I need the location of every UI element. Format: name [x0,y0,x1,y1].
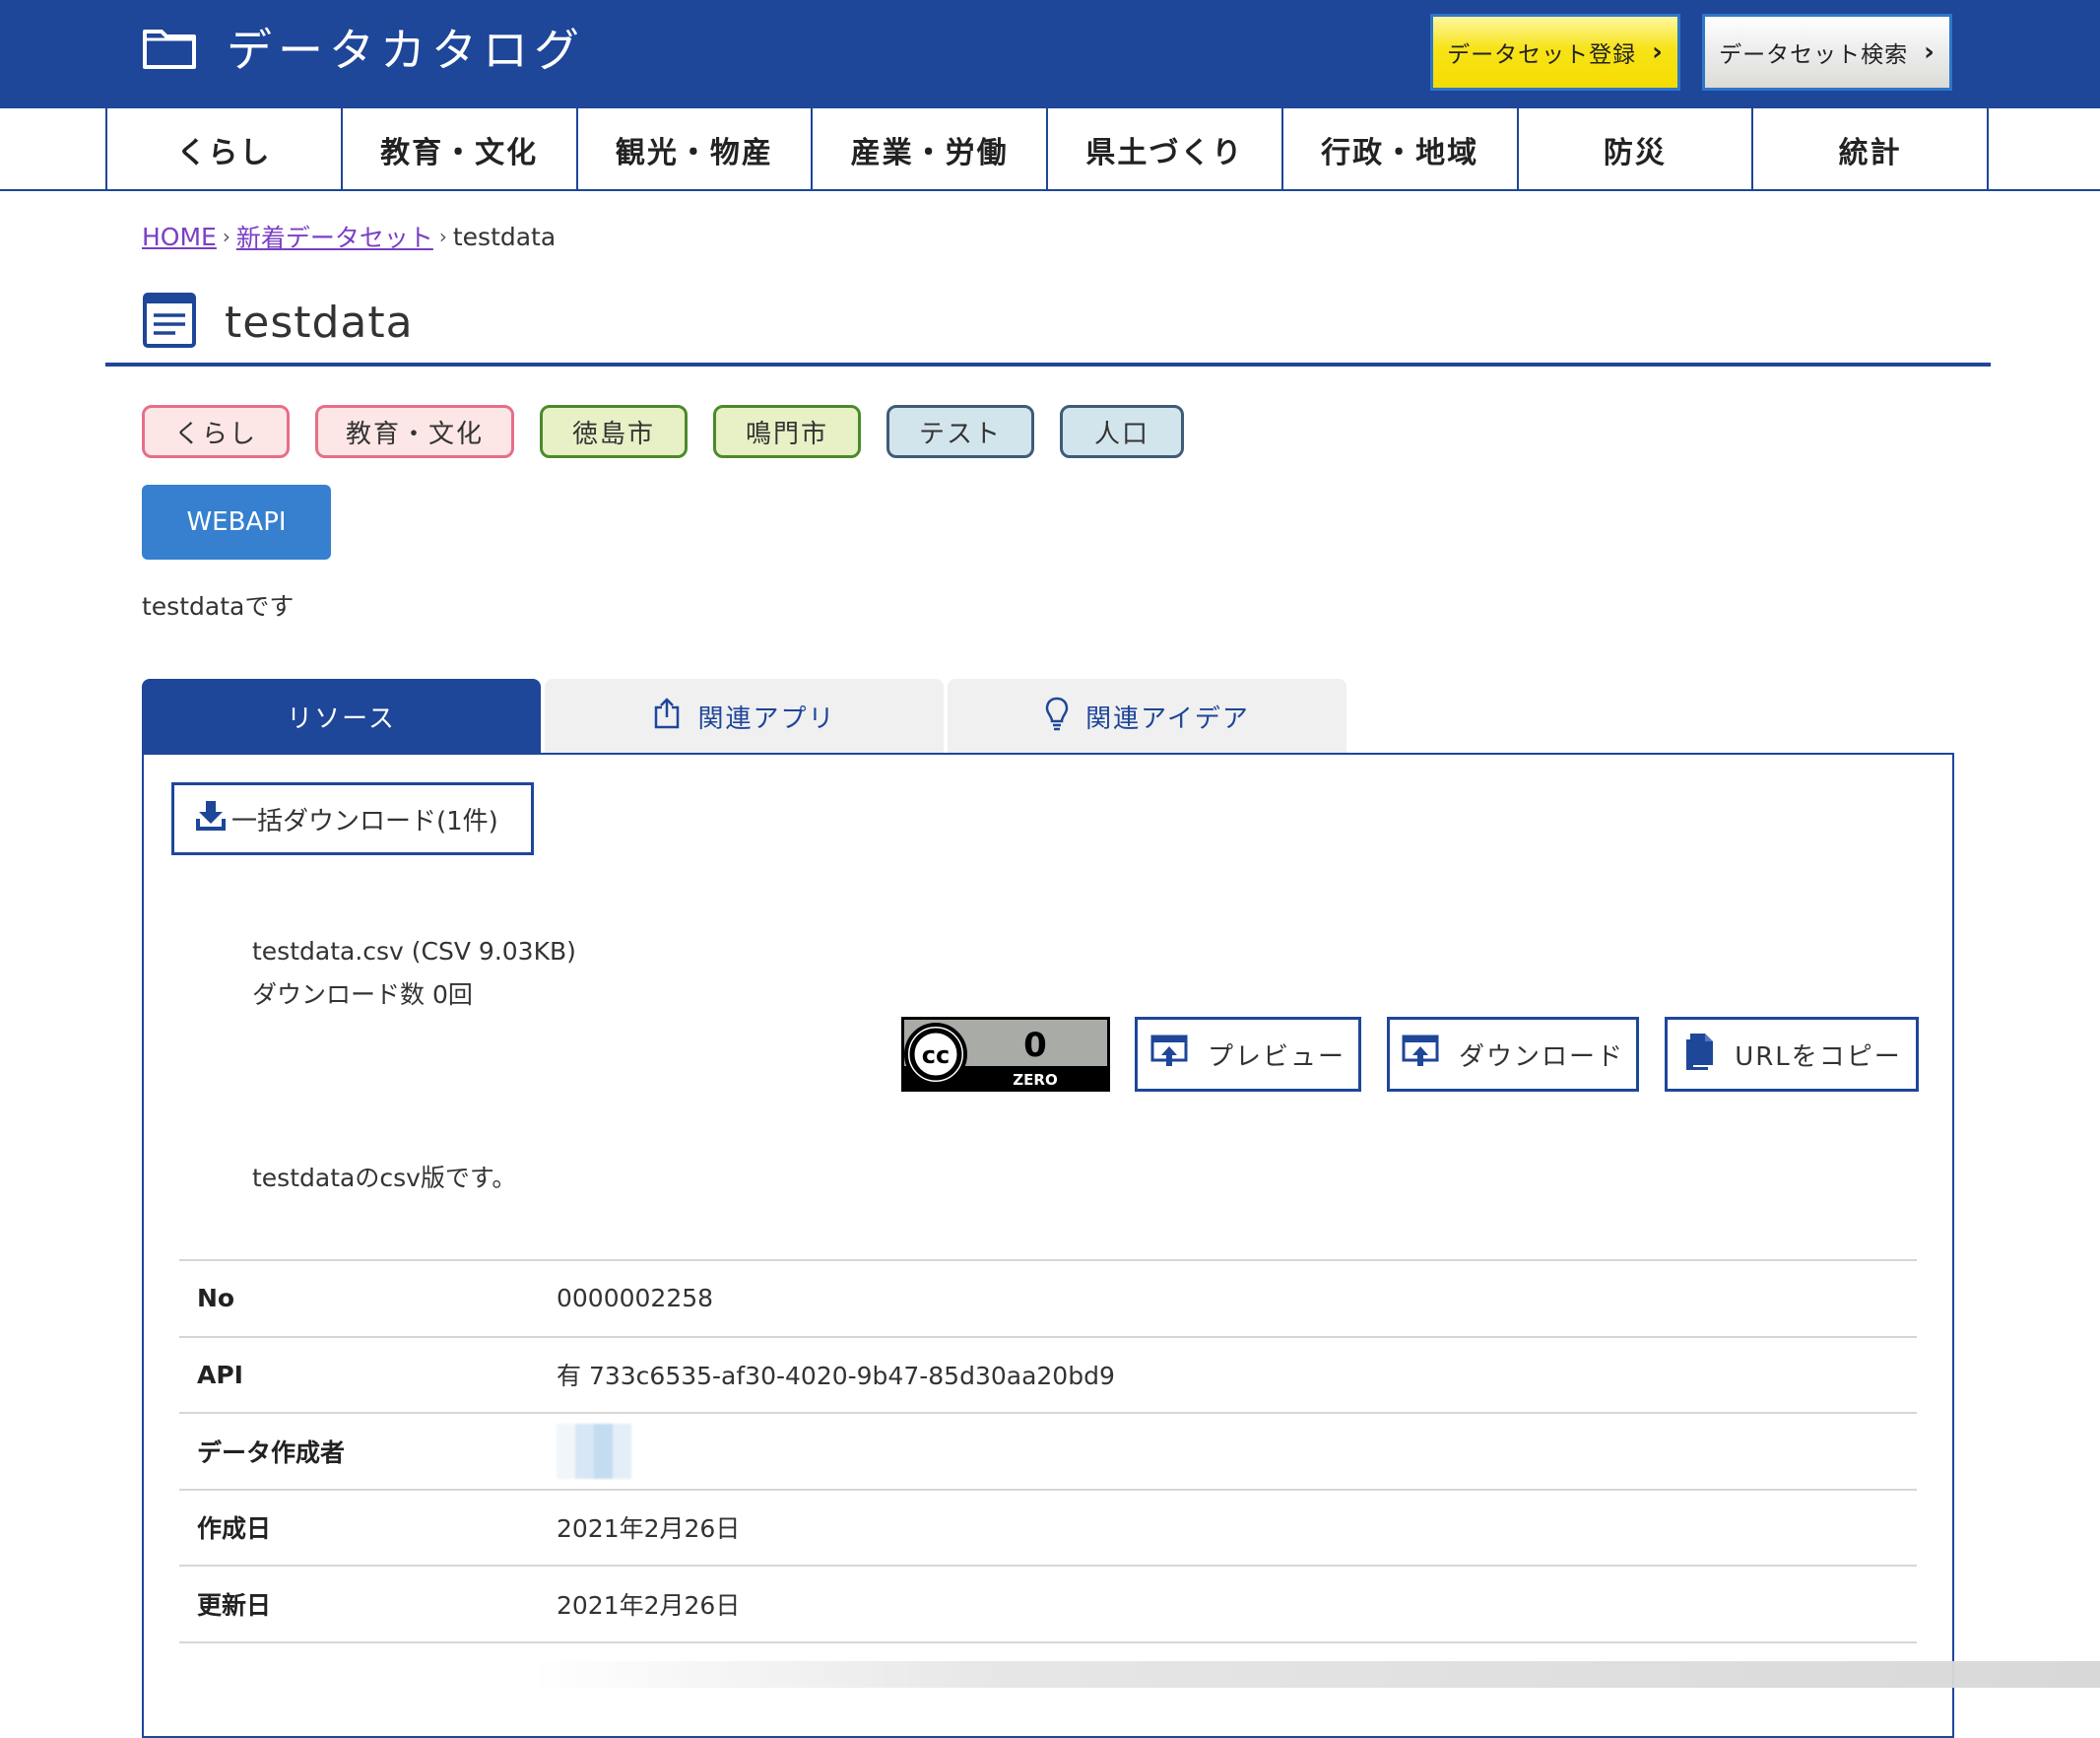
nav-item-administration[interactable]: 行政・地域 [1283,108,1519,191]
nav-item-education[interactable]: 教育・文化 [343,108,578,191]
tab-related-apps[interactable]: 関連アプリ [545,679,944,754]
meta-value-updated: 2021年2月26日 [557,1590,741,1620]
bottom-scroll-shadow [532,1661,2100,1688]
meta-value-creator [556,1413,1917,1490]
nav-divider [0,189,2100,191]
tab-related-ideas-label: 関連アイデア [1085,703,1250,734]
chevron-right-icon: › [1652,37,1664,67]
breadcrumb-home-link[interactable]: HOME [142,223,217,251]
resource-tabs: リソース 関連アプリ 関連アイデア [142,679,1346,754]
chevron-right-icon: › [1924,37,1936,67]
download-icon [1402,1035,1439,1075]
download-tray-icon [194,800,228,838]
table-row: No 0000002258 [179,1260,1917,1337]
lightbulb-icon [1044,696,1070,738]
dataset-search-button[interactable]: データセット検索 › [1702,14,1952,91]
tag-education[interactable]: 教育・文化 [315,405,514,458]
nav-item-infrastructure[interactable]: 県土づくり [1048,108,1283,191]
search-button-label: データセット検索 [1719,42,1909,68]
preview-icon [1150,1035,1188,1075]
meta-label-no: No [197,1284,235,1313]
table-row: API 有 733c6535-af30-4020-9b47-85d30aa20b… [179,1336,1917,1414]
resource-description: testdataのcsv版です。 [252,1164,517,1192]
bulk-download-button[interactable]: 一括ダウンロード(1件) [171,782,534,855]
dataset-description: testdataです [142,592,295,621]
meta-value-api: 有 733c6535-af30-4020-9b47-85d30aa20bd9 [557,1362,1115,1391]
tag-population[interactable]: 人口 [1060,405,1184,458]
breadcrumb-separator: › [438,225,447,248]
nav-item-industry[interactable]: 産業・労働 [813,108,1048,191]
table-row: 更新日 2021年2月26日 [179,1566,1917,1642]
meta-label-created: 作成日 [197,1514,272,1544]
resource-file-label: testdata.csv (CSV 9.03KB) [252,937,576,966]
resource-meta-table: No 0000002258 API 有 733c6535-af30-4020-9… [179,1259,1917,1643]
tag-tokushima-city[interactable]: 徳島市 [540,405,688,458]
global-nav: くらし 教育・文化 観光・物産 産業・労働 県土づくり 行政・地域 防災 統計 [105,108,1989,191]
folder-icon [142,27,197,74]
breadcrumb-new-datasets-link[interactable]: 新着データセット [236,219,433,254]
tab-resources-label: リソース [287,703,396,734]
tab-resources[interactable]: リソース [142,679,541,754]
breadcrumb: HOME › 新着データセット › testdata [142,219,556,254]
meta-label-creator: データ作成者 [197,1437,346,1467]
download-button-label: ダウンロード [1458,1041,1624,1072]
page-title-block: testdata [142,292,414,353]
tab-related-ideas[interactable]: 関連アイデア [948,679,1346,754]
resource-panel: 一括ダウンロード(1件) testdata.csv (CSV 9.03KB) ダ… [142,753,1954,1738]
table-row: データ作成者 [179,1413,1917,1490]
tab-related-apps-label: 関連アプリ [697,703,836,734]
nav-item-disaster[interactable]: 防災 [1519,108,1754,191]
download-button[interactable]: ダウンロード [1387,1017,1639,1092]
meta-label-updated: 更新日 [197,1590,272,1620]
breadcrumb-separator: › [222,225,230,248]
cc0-zero-text: ZERO [1013,1071,1057,1089]
cc0-license-icon[interactable]: cc 0 ZERO [901,1017,1110,1092]
dataset-tags: くらし 教育・文化 徳島市 鳴門市 テスト 人口 [142,405,1184,458]
table-row: 作成日 2021年2月26日 [179,1489,1917,1567]
site-header: データカタログ データセット登録 › データセット検索 › [0,0,2100,108]
meta-value-no: 0000002258 [557,1284,714,1313]
meta-label-api: API [197,1360,243,1389]
page-title: testdata [225,297,414,348]
bulk-download-label: 一括ダウンロード(1件) [231,806,498,836]
webapi-badge[interactable]: WEBAPI [142,485,331,560]
site-title: データカタログ [227,24,585,77]
file-icon [1681,1032,1715,1078]
dataset-register-button[interactable]: データセット登録 › [1430,14,1680,91]
copy-url-button-label: URLをコピー [1735,1041,1902,1072]
nav-item-statistics[interactable]: 統計 [1753,108,1989,191]
redacted-creator [557,1423,631,1479]
copy-url-button[interactable]: URLをコピー [1665,1017,1919,1092]
site-brand[interactable]: データカタログ [142,24,585,77]
tag-naruto-city[interactable]: 鳴門市 [713,405,861,458]
nav-item-tourism[interactable]: 観光・物産 [578,108,814,191]
meta-value-created: 2021年2月26日 [557,1514,741,1544]
cc-logo-text: cc [922,1041,950,1069]
tag-test[interactable]: テスト [886,405,1034,458]
resource-download-count: ダウンロード数 0回 [252,980,473,1009]
cc0-zero-digit: 0 [1023,1026,1047,1065]
preview-button[interactable]: プレビュー [1135,1017,1361,1092]
preview-button-label: プレビュー [1207,1041,1345,1072]
share-icon [652,697,682,737]
register-button-label: データセット登録 [1447,42,1637,68]
document-list-icon [142,292,197,353]
title-underline [105,363,1991,367]
breadcrumb-current: testdata [452,222,557,251]
tag-kurashi[interactable]: くらし [142,405,290,458]
nav-item-kurashi[interactable]: くらし [107,108,343,191]
